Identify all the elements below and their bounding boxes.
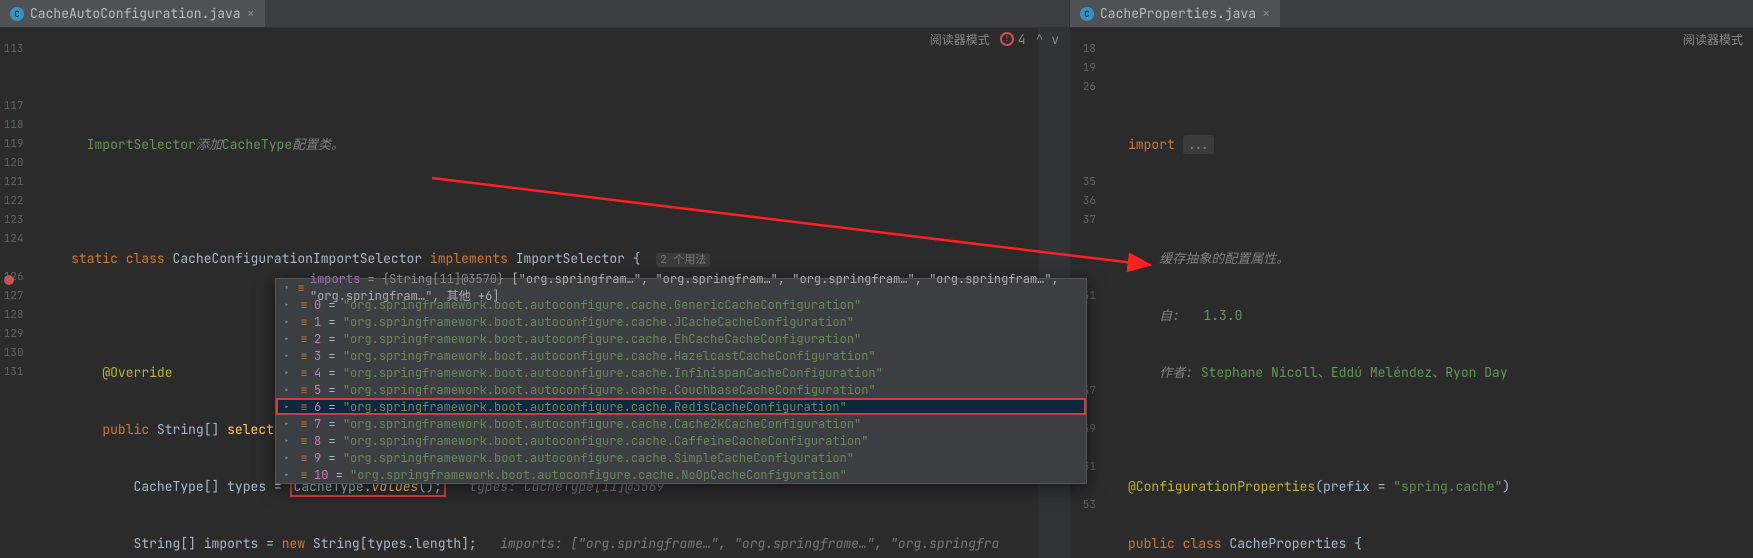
reader-mode-badge[interactable]: 阅读器模式 xyxy=(1683,31,1743,48)
field-icon: ≡ xyxy=(298,450,310,466)
chevron-right-icon[interactable]: ▸ xyxy=(284,418,294,430)
tab-bar-left: C CacheAutoConfiguration.java × xyxy=(0,0,1069,28)
fold-indicator[interactable]: ... xyxy=(1183,135,1214,154)
field-icon: ≡ xyxy=(298,297,310,313)
problems-indicator[interactable]: ! 4 xyxy=(1000,31,1026,48)
debug-array-item-5[interactable]: ▸≡5 = "org.springframework.boot.autoconf… xyxy=(276,381,1086,398)
status-strip-right: 阅读器模式 xyxy=(1683,28,1753,50)
error-icon: ! xyxy=(1000,32,1014,46)
problems-count: 4 xyxy=(1018,31,1026,48)
debug-array-item-1[interactable]: ▸≡1 = "org.springframework.boot.autoconf… xyxy=(276,313,1086,330)
chevron-right-icon[interactable]: ▸ xyxy=(284,469,294,481)
chevron-right-icon[interactable]: ▸ xyxy=(284,333,294,345)
tab-label: CacheAutoConfiguration.java xyxy=(30,5,241,22)
close-icon[interactable]: × xyxy=(1262,5,1270,23)
field-icon: ≡ xyxy=(298,382,310,398)
chevron-right-icon[interactable]: ▸ xyxy=(284,350,294,362)
debug-array-item-2[interactable]: ▸≡2 = "org.springframework.boot.autoconf… xyxy=(276,330,1086,347)
tab-label: CacheProperties.java xyxy=(1100,5,1256,22)
debug-array-item-6[interactable]: ▸≡6 = "org.springframework.boot.autoconf… xyxy=(276,398,1086,415)
chevron-right-icon[interactable]: ▸ xyxy=(284,452,294,464)
chevron-right-icon[interactable]: ▸ xyxy=(284,299,294,311)
close-icon[interactable]: × xyxy=(247,5,255,23)
field-icon: ≡ xyxy=(298,416,310,432)
nav-arrows[interactable]: ^ v xyxy=(1036,31,1059,48)
editor-pane-right: C CacheProperties.java × 阅读器模式 181926353… xyxy=(1070,0,1753,558)
chevron-right-icon[interactable]: ▸ xyxy=(284,367,294,379)
chevron-right-icon[interactable]: ▸ xyxy=(284,316,294,328)
debug-array-item-9[interactable]: ▸≡9 = "org.springframework.boot.autoconf… xyxy=(276,449,1086,466)
field-icon: ≡ xyxy=(298,314,310,330)
debug-array-item-3[interactable]: ▸≡3 = "org.springframework.boot.autoconf… xyxy=(276,347,1086,364)
field-icon: ≡ xyxy=(298,433,310,449)
debug-array-item-4[interactable]: ▸≡4 = "org.springframework.boot.autoconf… xyxy=(276,364,1086,381)
tab-cache-auto-configuration[interactable]: C CacheAutoConfiguration.java × xyxy=(0,0,265,27)
gutter-left[interactable]: 1131171181191201211221231241261271281291… xyxy=(0,28,46,558)
field-icon: ≡ xyxy=(298,399,310,415)
array-icon: ≡ xyxy=(296,280,306,296)
field-icon: ≡ xyxy=(298,467,310,483)
debug-header-row[interactable]: ▾ ≡ imports = {String[11]@3570} ["org.sp… xyxy=(276,279,1086,296)
editor-body-right: 1819263536374147495153 import ... 缓存抽象的配… xyxy=(1070,28,1753,558)
chevron-right-icon[interactable]: ▸ xyxy=(284,384,294,396)
debug-array-item-8[interactable]: ▸≡8 = "org.springframework.boot.autoconf… xyxy=(276,432,1086,449)
tab-cache-properties[interactable]: C CacheProperties.java × xyxy=(1070,0,1280,27)
status-strip-left: 阅读器模式 ! 4 ^ v xyxy=(930,28,1069,50)
chevron-down-icon[interactable]: ▾ xyxy=(284,282,292,294)
tab-bar-right: C CacheProperties.java × xyxy=(1070,0,1753,28)
field-icon: ≡ xyxy=(298,331,310,347)
debug-variable-popup[interactable]: ▾ ≡ imports = {String[11]@3570} ["org.sp… xyxy=(275,278,1087,484)
editor-pane-left: C CacheAutoConfiguration.java × 阅读器模式 ! … xyxy=(0,0,1070,558)
chevron-right-icon[interactable]: ▸ xyxy=(284,401,294,413)
chevron-right-icon[interactable]: ▸ xyxy=(284,435,294,447)
field-icon: ≡ xyxy=(298,365,310,381)
breakpoint-icon[interactable] xyxy=(4,275,14,285)
debug-array-item-7[interactable]: ▸≡7 = "org.springframework.boot.autoconf… xyxy=(276,415,1086,432)
code-area-right[interactable]: import ... 缓存抽象的配置属性。 自: 1.3.0 作者: Steph… xyxy=(1118,28,1753,558)
debug-array-item-10[interactable]: ▸≡10 = "org.springframework.boot.autocon… xyxy=(276,466,1086,483)
field-icon: ≡ xyxy=(298,348,310,364)
reader-mode-badge[interactable]: 阅读器模式 xyxy=(930,31,990,48)
java-class-icon: C xyxy=(10,7,24,21)
java-class-icon: C xyxy=(1080,7,1094,21)
